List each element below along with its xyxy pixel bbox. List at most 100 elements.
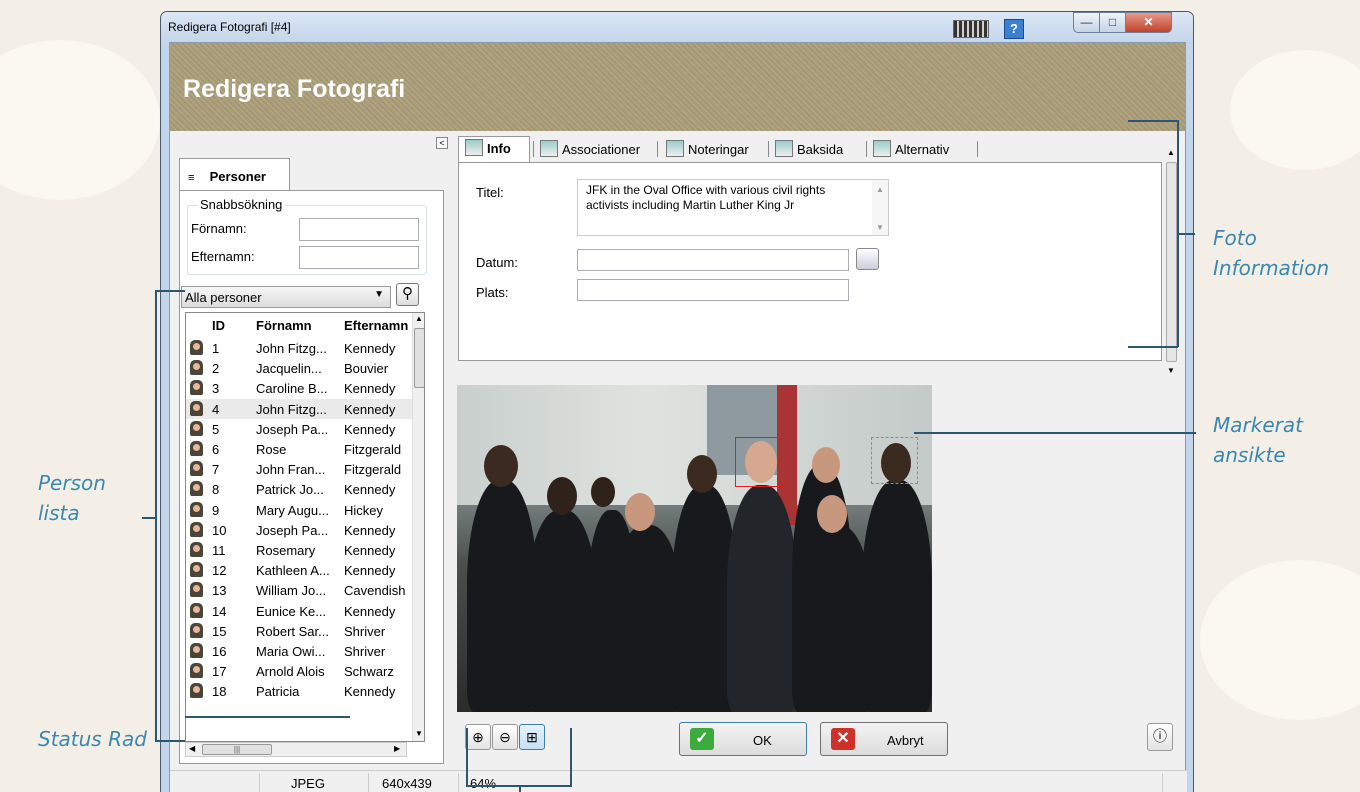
- person-filter-select[interactable]: Alla personer ▼: [181, 286, 391, 308]
- calendar-button[interactable]: [856, 248, 879, 270]
- table-row[interactable]: 13 William Jo... Cavendish: [186, 580, 412, 600]
- collapse-panel-button[interactable]: <: [436, 137, 448, 149]
- row-lastname: Kennedy: [344, 522, 396, 538]
- table-row[interactable]: 3 Caroline B... Kennedy: [186, 378, 412, 398]
- person-icon: [190, 461, 203, 477]
- info-button[interactable]: ⓘ: [1147, 723, 1173, 751]
- tab-info[interactable]: Info: [458, 136, 530, 162]
- table-row[interactable]: 17 Arnold Alois Schwarz: [186, 661, 412, 681]
- scroll-down-icon[interactable]: ▼: [1167, 366, 1175, 375]
- annotation-line: [155, 290, 157, 742]
- tab-associations[interactable]: Associationer: [534, 138, 647, 160]
- lastname-field[interactable]: [299, 246, 419, 269]
- photo-person: [862, 480, 932, 712]
- scroll-down-icon[interactable]: ▼: [415, 729, 423, 738]
- person-icon: [190, 542, 203, 557]
- row-id: 7: [212, 462, 220, 478]
- tab-backside[interactable]: Baksida: [769, 138, 850, 160]
- person-list-hscroll[interactable]: ◀ ||| ▶: [185, 742, 407, 757]
- info-tab-icon: [465, 139, 483, 156]
- photo-face: [812, 447, 840, 483]
- status-divider: [259, 773, 260, 792]
- table-row[interactable]: 1 John Fitzg... Kennedy: [186, 338, 412, 358]
- table-row[interactable]: 7 John Fran... Fitzgerald: [186, 459, 412, 479]
- close-button[interactable]: ✕: [1125, 12, 1172, 33]
- row-id: 4: [212, 401, 220, 417]
- cancel-button[interactable]: ✕ Avbryt: [820, 722, 948, 756]
- scroll-up-icon[interactable]: ▲: [415, 314, 423, 323]
- scroll-thumb[interactable]: [1166, 162, 1177, 362]
- tab-notes[interactable]: Noteringar: [660, 138, 756, 160]
- person-list[interactable]: ID Förnamn Efternamn 1 John Fitzg... Kenne…: [185, 312, 425, 742]
- row-lastname: Kennedy: [344, 421, 396, 437]
- column-firstname[interactable]: Förnamn: [256, 318, 312, 333]
- cancel-x-icon: ✕: [831, 728, 855, 750]
- table-row[interactable]: 6 Rose Fitzgerald: [186, 439, 412, 459]
- photo[interactable]: [457, 385, 932, 712]
- person-icon: [190, 441, 203, 456]
- person-icon: [190, 622, 203, 638]
- status-zoom: 64%: [470, 776, 497, 791]
- row-id: 3: [212, 381, 220, 397]
- plats-field[interactable]: [577, 279, 849, 301]
- table-row[interactable]: 4 John Fitzg... Kennedy: [186, 398, 412, 419]
- table-row[interactable]: 2 Jacquelin... Bouvier: [186, 358, 412, 378]
- table-row[interactable]: 10 Joseph Pa... Kennedy: [186, 520, 412, 540]
- status-format: JPEG: [291, 776, 325, 791]
- column-lastname[interactable]: Efternamn: [344, 318, 412, 333]
- table-row[interactable]: 16 Maria Owi... Shriver: [186, 641, 412, 661]
- keyboard-icon[interactable]: [953, 20, 989, 38]
- scroll-left-icon[interactable]: ◀: [189, 744, 195, 753]
- person-icon: [190, 501, 203, 517]
- person-list-vscroll[interactable]: ▲ ▼: [412, 313, 424, 741]
- datum-field[interactable]: [577, 249, 849, 271]
- fit-to-window-button[interactable]: ⊞: [519, 724, 545, 750]
- row-firstname: William Jo...: [256, 583, 327, 599]
- status-dimensions: 640x439: [382, 776, 432, 791]
- row-id: 15: [212, 623, 227, 639]
- scroll-up-icon[interactable]: ▲: [1167, 148, 1175, 157]
- table-row[interactable]: 8 Patrick Jo... Kennedy: [186, 479, 412, 499]
- table-row[interactable]: 14 Eunice Ke... Kennedy: [186, 601, 412, 621]
- tab-alternatives[interactable]: Alternativ: [867, 138, 956, 160]
- firstname-field[interactable]: [299, 218, 419, 241]
- person-icon: [190, 663, 203, 679]
- annotation-status-rad: Status Rad: [38, 727, 147, 751]
- person-icon: [190, 683, 203, 699]
- column-id[interactable]: ID: [212, 318, 225, 333]
- ok-button[interactable]: ✓ OK: [679, 722, 807, 756]
- row-lastname: Shriver: [344, 623, 386, 639]
- scroll-up-icon[interactable]: ▲: [876, 182, 884, 197]
- annotation-text: Information: [1213, 256, 1330, 280]
- person-icon: [190, 582, 203, 598]
- zoom-out-button[interactable]: ⊖: [492, 724, 518, 750]
- scroll-right-icon[interactable]: ▶: [394, 744, 400, 753]
- table-row[interactable]: 5 Joseph Pa... Kennedy: [186, 419, 412, 439]
- row-id: 10: [212, 522, 227, 538]
- person-icon: [190, 602, 203, 618]
- annotation-line: [914, 432, 1196, 434]
- row-firstname: Eunice Ke...: [256, 603, 327, 619]
- minimize-button[interactable]: —: [1073, 12, 1100, 33]
- selected-face-box[interactable]: [735, 437, 784, 487]
- scroll-thumb[interactable]: |||: [202, 744, 272, 755]
- row-lastname: Bouvier: [344, 361, 389, 377]
- maximize-button[interactable]: □: [1099, 12, 1126, 33]
- scroll-thumb[interactable]: [414, 328, 424, 388]
- detected-face-box[interactable]: [871, 437, 918, 484]
- help-button[interactable]: ?: [1004, 19, 1024, 39]
- table-row[interactable]: 11 Rosemary Kennedy: [186, 540, 412, 560]
- quick-search-legend: Snabbsökning: [198, 197, 285, 212]
- table-row[interactable]: 18 Patricia Kennedy: [186, 681, 412, 701]
- tab-persons[interactable]: ≡ Personer: [179, 158, 290, 191]
- edit-photo-window: Redigera Fotografi [#4] ? — □ ✕ Redigera…: [160, 11, 1194, 792]
- table-row[interactable]: 12 Kathleen A... Kennedy: [186, 560, 412, 580]
- table-row[interactable]: 9 Mary Augu... Hickey: [186, 500, 412, 520]
- table-row[interactable]: 15 Robert Sar... Shriver: [186, 621, 412, 641]
- search-button[interactable]: ⚲: [396, 283, 419, 306]
- titel-scrollbar[interactable]: ▲ ▼: [872, 180, 888, 235]
- scroll-down-icon[interactable]: ▼: [876, 220, 884, 235]
- row-id: 12: [212, 563, 227, 579]
- titel-field[interactable]: JFK in the Oval Office with various civi…: [577, 179, 889, 236]
- zoom-in-button[interactable]: ⊕: [465, 724, 491, 750]
